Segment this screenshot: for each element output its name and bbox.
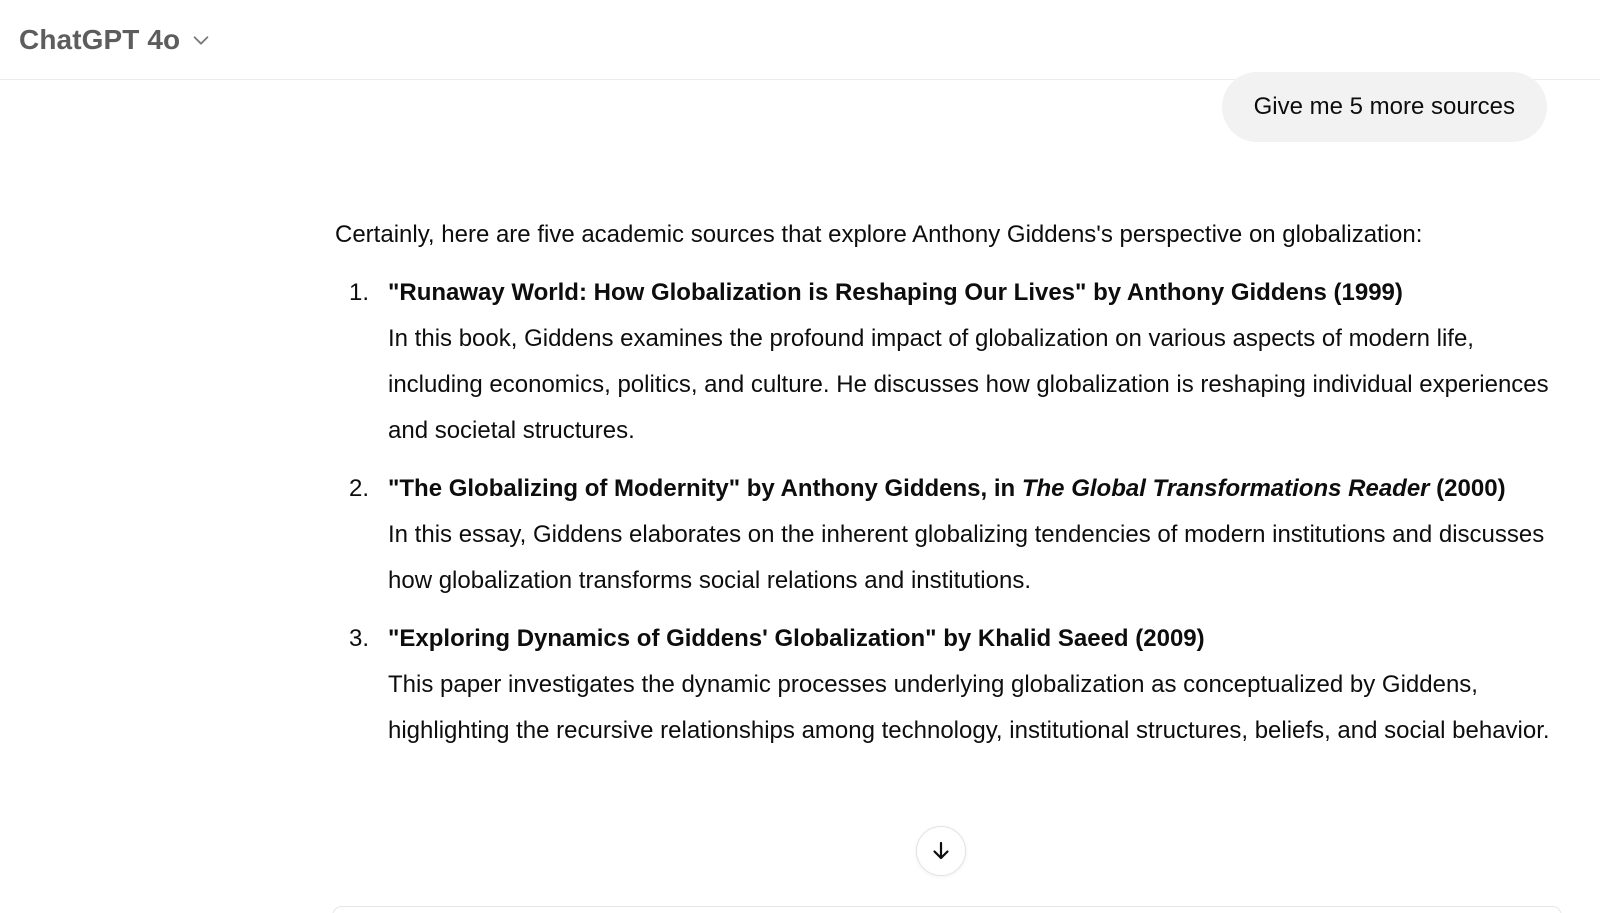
user-message-bubble: Give me 5 more sources — [1221, 72, 1547, 142]
source-description: This paper investigates the dynamic proc… — [388, 671, 1550, 744]
list-number: 1. — [349, 279, 370, 306]
model-name: ChatGPT 4o — [19, 23, 181, 55]
source-title: "The Globalizing of Modernity" by Anthon… — [388, 466, 1560, 512]
source-title-italic: The Global Transformations Reader — [1021, 475, 1430, 502]
list-number: 2. — [349, 475, 370, 502]
source-title: "Exploring Dynamics of Giddens' Globaliz… — [388, 625, 1205, 652]
chevron-down-icon — [193, 35, 209, 45]
top-bar: ChatGPT 4o — [0, 0, 1600, 80]
message-composer[interactable] — [332, 906, 1562, 913]
user-message-text: Give me 5 more sources — [1253, 93, 1515, 120]
model-switcher[interactable]: ChatGPT 4o — [19, 18, 212, 62]
list-item: 2. "The Globalizing of Modernity" by Ant… — [335, 466, 1560, 604]
arrow-down-icon — [933, 841, 949, 860]
list-item: 3. "Exploring Dynamics of Giddens' Globa… — [335, 616, 1560, 754]
list-number: 3. — [349, 625, 370, 652]
source-title-prefix: "The Globalizing of Modernity" by Anthon… — [388, 475, 1022, 502]
assistant-intro: Certainly, here are five academic source… — [335, 221, 1423, 248]
source-description: In this book, Giddens examines the profo… — [388, 325, 1549, 444]
sources-list: 1. "Runaway World: How Globalization is … — [335, 270, 1560, 754]
source-title-suffix: (2000) — [1429, 475, 1506, 502]
scroll-down-button[interactable] — [916, 826, 966, 876]
source-title: "Runaway World: How Globalization is Res… — [388, 279, 1403, 306]
list-item: 1. "Runaway World: How Globalization is … — [335, 270, 1560, 454]
assistant-message: Certainly, here are five academic source… — [335, 212, 1560, 766]
source-description: In this essay, Giddens elaborates on the… — [388, 521, 1545, 594]
